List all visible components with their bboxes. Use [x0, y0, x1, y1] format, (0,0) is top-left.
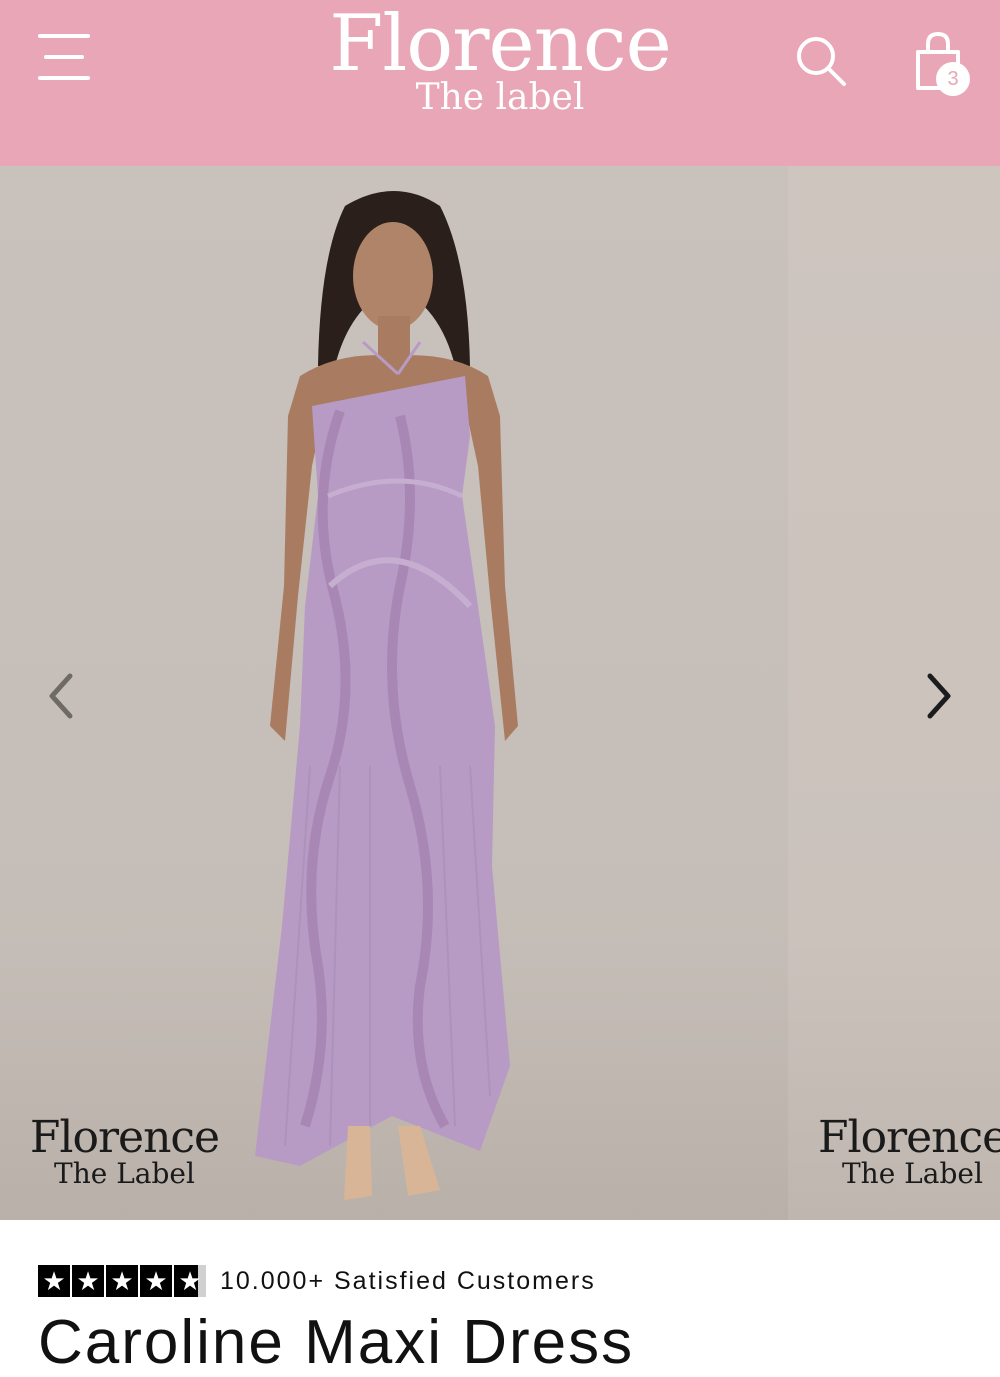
- search-button[interactable]: [794, 34, 850, 90]
- search-icon: [797, 37, 846, 86]
- star-icon: ★: [38, 1265, 70, 1297]
- chevron-right-icon: [927, 673, 951, 719]
- menu-button[interactable]: [38, 34, 90, 82]
- product-title: Caroline Maxi Dress: [38, 1308, 635, 1377]
- brand-name: Florence: [329, 0, 672, 89]
- rating-summary[interactable]: ★ ★ ★ ★ ★ 10.000+ Satisfied Customers: [38, 1263, 596, 1299]
- site-header: Florence The label 3: [0, 0, 1000, 166]
- product-image-carousel[interactable]: Florence The Label Florence The Label: [0, 166, 1000, 1220]
- hamburger-line: [38, 76, 90, 80]
- image-watermark: Florence The Label: [22, 1116, 227, 1188]
- brand-logo[interactable]: Florence The label: [300, 2, 700, 116]
- carousel-prev-button[interactable]: [32, 666, 92, 726]
- chevron-left-icon: [49, 673, 73, 719]
- image-watermark: Florence The Label: [818, 1116, 1000, 1188]
- hamburger-line: [44, 55, 84, 59]
- star-icon: ★: [140, 1265, 172, 1297]
- product-image-next[interactable]: Florence The Label: [788, 166, 1000, 1220]
- star-rating: ★ ★ ★ ★ ★: [38, 1265, 208, 1297]
- watermark-sub: The Label: [54, 1157, 195, 1190]
- model-photo: [255, 191, 518, 1200]
- watermark-brand: Florence: [818, 1112, 1000, 1163]
- watermark-sub: The Label: [842, 1157, 983, 1190]
- star-half-icon: ★: [174, 1265, 206, 1297]
- star-icon: ★: [72, 1265, 104, 1297]
- carousel-next-button[interactable]: [908, 666, 968, 726]
- product-image-main: Florence The Label: [0, 166, 788, 1220]
- watermark-brand: Florence: [29, 1112, 220, 1163]
- cart-count-badge: 3: [936, 62, 970, 96]
- star-icon: ★: [106, 1265, 138, 1297]
- reviews-count-text: 10.000+ Satisfied Customers: [220, 1266, 596, 1295]
- hamburger-icon: [38, 34, 90, 38]
